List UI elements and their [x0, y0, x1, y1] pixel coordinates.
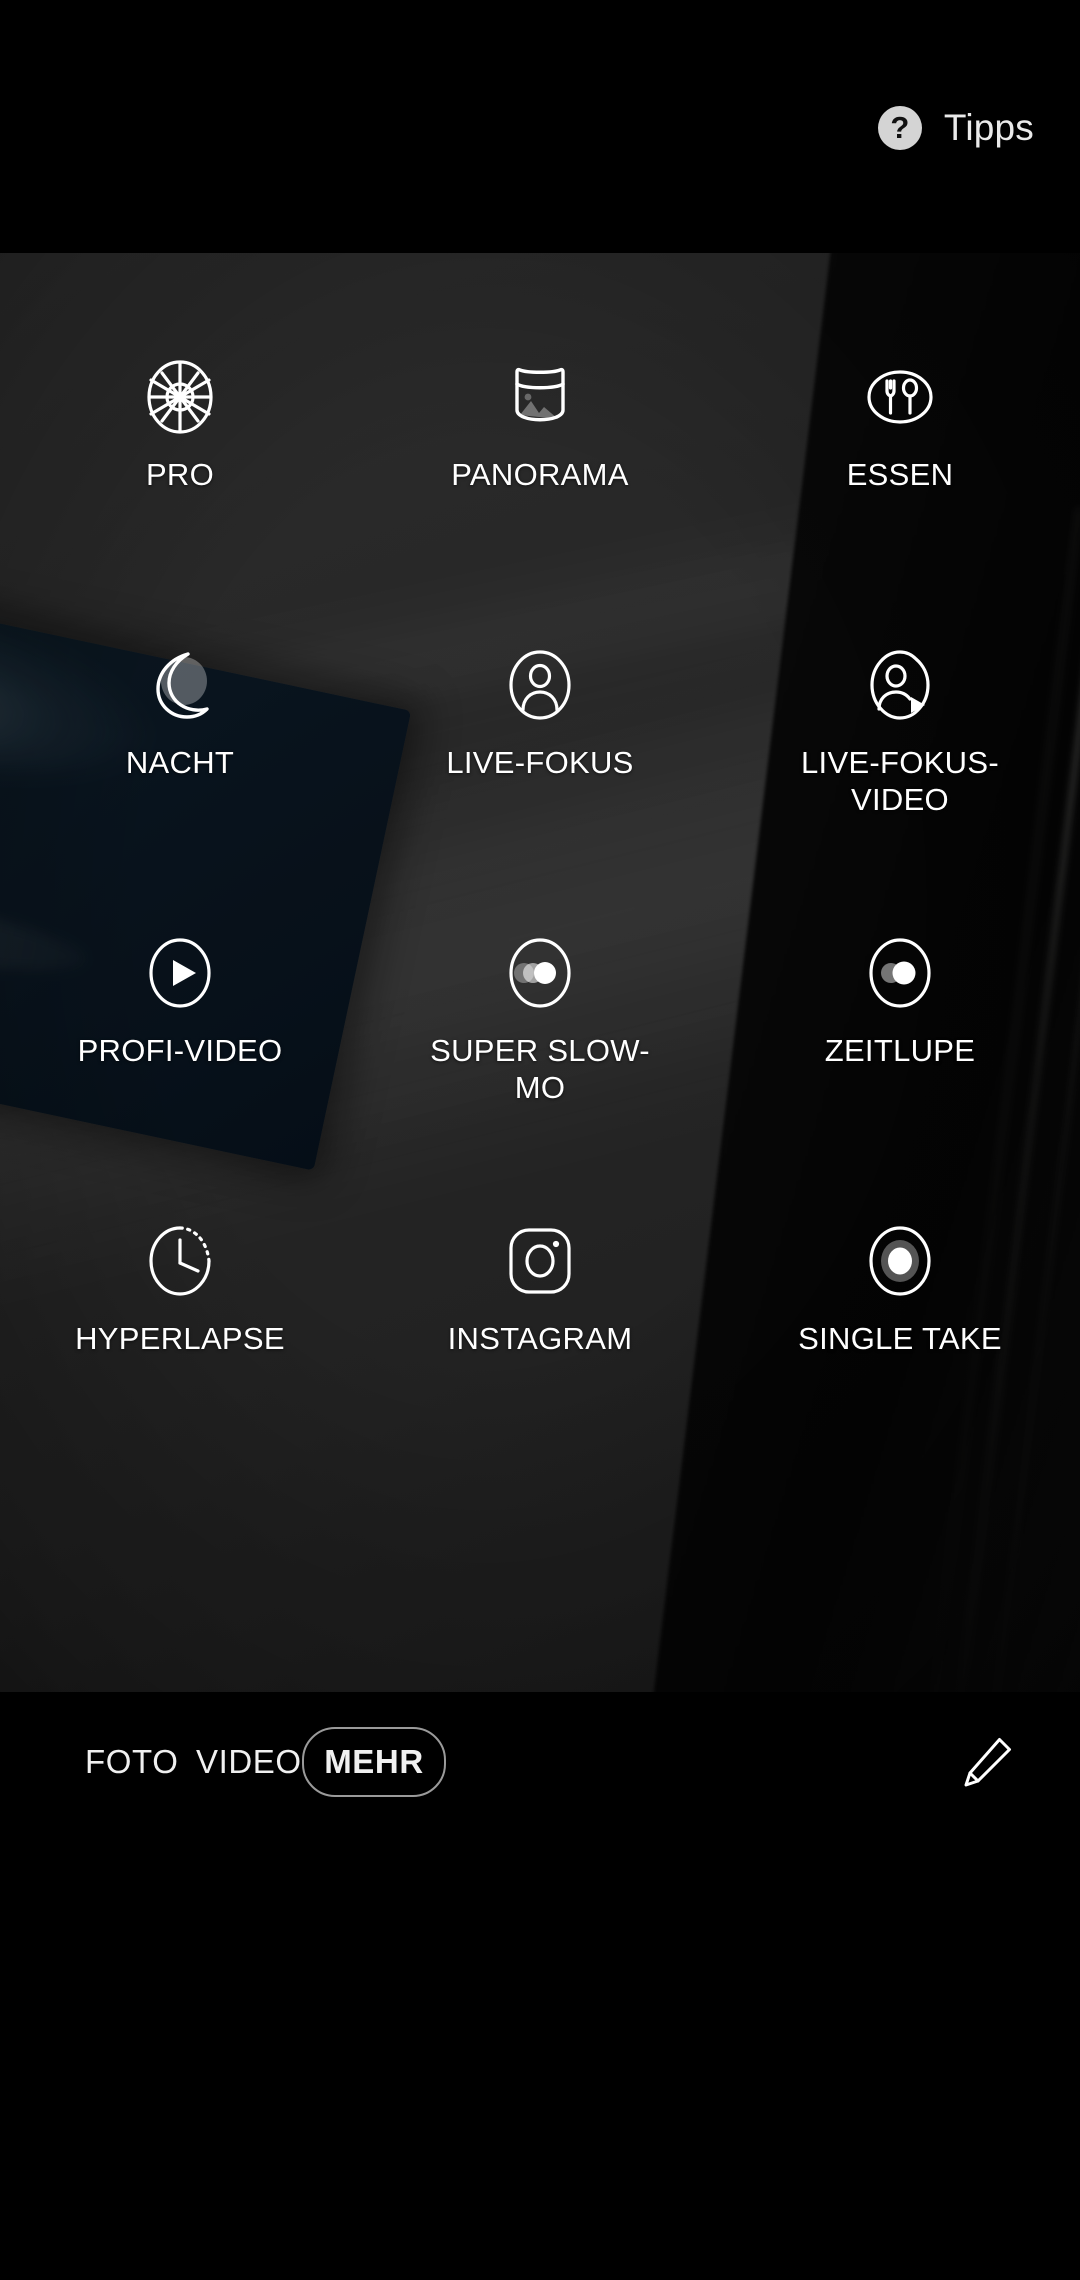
- slow-motion-icon: [860, 933, 940, 1013]
- pencil-edit-icon: [959, 1734, 1015, 1790]
- mode-item-live-fokus-video[interactable]: LIVE-FOKUS- VIDEO: [720, 645, 1080, 933]
- mode-item-hyperlapse[interactable]: HYPERLAPSE: [0, 1221, 360, 1509]
- super-slow-motion-icon: [500, 933, 580, 1013]
- tab-label: MEHR: [324, 1743, 424, 1780]
- mode-label: INSTAGRAM: [447, 1321, 633, 1356]
- mode-label: LIVE-FOKUS- VIDEO: [801, 745, 999, 817]
- mode-label: SINGLE TAKE: [798, 1321, 1002, 1356]
- help-circle-icon: ?: [877, 106, 922, 150]
- mode-item-nacht[interactable]: NACHT: [0, 645, 360, 933]
- top-bar: ? Tipps: [0, 0, 1080, 253]
- portrait-person-icon: [500, 645, 580, 725]
- mode-item-panorama[interactable]: PANORAMA: [360, 357, 720, 645]
- tips-button[interactable]: ? Tipps: [877, 106, 1034, 150]
- mode-label: ESSEN: [846, 457, 954, 492]
- mode-item-profi-video[interactable]: PROFI-VIDEO: [0, 933, 360, 1221]
- help-glyph: ?: [890, 109, 910, 145]
- single-take-icon: [860, 1221, 940, 1301]
- mode-item-single-take[interactable]: SINGLE TAKE: [720, 1221, 1080, 1509]
- mode-item-zeitlupe[interactable]: ZEITLUPE: [720, 933, 1080, 1221]
- edit-modes-button[interactable]: [956, 1731, 1018, 1793]
- play-circle-icon: [140, 933, 220, 1013]
- tab-label: VIDEO: [196, 1743, 302, 1780]
- mode-label: ZEITLUPE: [824, 1033, 976, 1068]
- mode-item-super-slow-mo[interactable]: SUPER SLOW-MO: [360, 933, 720, 1221]
- bottom-bar: FOTO VIDEO MEHR: [0, 1692, 1080, 2280]
- more-modes-grid: PRO PANORAMA ESSEN NACHT LIVE-FOKUS LIVE…: [0, 253, 1080, 1692]
- mode-label: NACHT: [125, 745, 235, 780]
- mode-label: SUPER SLOW-MO: [430, 1033, 650, 1105]
- tab-foto[interactable]: FOTO: [85, 1743, 178, 1781]
- panorama-icon: [500, 357, 580, 437]
- clock-hyperlapse-icon: [140, 1221, 220, 1301]
- aperture-icon: [140, 357, 220, 437]
- mode-label: HYPERLAPSE: [75, 1321, 285, 1356]
- mode-label: PRO: [145, 457, 215, 492]
- tab-mehr-selected[interactable]: MEHR: [302, 1727, 446, 1797]
- mode-item-essen[interactable]: ESSEN: [720, 357, 1080, 645]
- mode-item-pro[interactable]: PRO: [0, 357, 360, 645]
- mode-label: PANORAMA: [451, 457, 629, 492]
- tab-video[interactable]: VIDEO: [196, 1743, 302, 1781]
- mode-item-live-fokus[interactable]: LIVE-FOKUS: [360, 645, 720, 933]
- moon-icon: [140, 645, 220, 725]
- mode-switcher: FOTO VIDEO MEHR: [0, 1692, 1080, 1832]
- mode-label: LIVE-FOKUS: [446, 745, 634, 780]
- tips-label: Tipps: [943, 107, 1034, 148]
- mode-label: PROFI-VIDEO: [77, 1033, 283, 1068]
- food-icon: [860, 357, 940, 437]
- mode-item-instagram[interactable]: INSTAGRAM: [360, 1221, 720, 1509]
- camera-screen: ? Tipps PRO PANORAMA ESSEN NACHT LIVE-FO…: [0, 0, 1080, 2280]
- portrait-video-person-icon: [860, 645, 940, 725]
- tab-label: FOTO: [85, 1743, 179, 1780]
- instagram-camera-icon: [500, 1221, 580, 1301]
